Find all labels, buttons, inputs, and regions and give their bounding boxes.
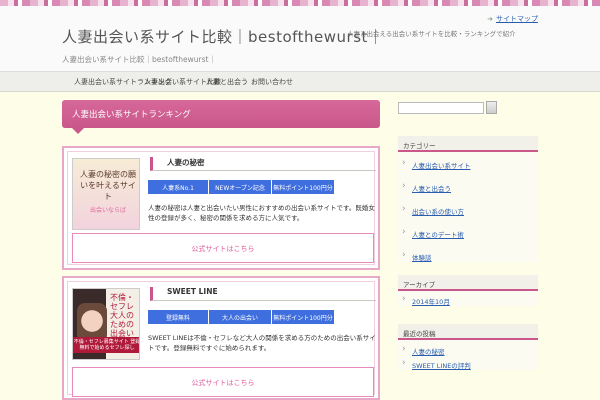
card-title[interactable]: 人妻の秘密 — [150, 157, 376, 171]
search-button[interactable] — [486, 101, 497, 114]
sidebar-link[interactable]: 出会い系の使い方 — [398, 204, 538, 216]
card-title[interactable]: SWEET LINE — [150, 287, 376, 301]
sidebar-link[interactable]: SWEET LINEの評判 — [398, 358, 538, 370]
sidebar-link[interactable]: 人妻出会い系サイト — [398, 158, 538, 170]
sidebar-link[interactable]: 2014年10月 — [398, 294, 538, 306]
widget-title: カテゴリー — [398, 136, 538, 152]
site-description: 人妻と出会える出会い系サイトを比較・ランキングで紹介 — [347, 30, 516, 38]
arrow-right-icon: ➜ — [487, 15, 493, 23]
card-tags: 登録無料 大人の出会い 無料ポイント100円分 — [148, 310, 335, 329]
sidebar-link[interactable]: 人妻の秘密 — [398, 344, 538, 356]
sidebar-link[interactable]: 人妻とのデート術 — [398, 227, 538, 239]
tag-badge: 無料ポイント100円分 — [272, 180, 334, 194]
tag-badge: 登録無料 — [148, 310, 208, 324]
search-input[interactable] — [398, 102, 484, 114]
widget-title: 最近の投稿 — [398, 324, 538, 340]
sidebar-widget-categories: カテゴリー 人妻出会い系サイト 人妻と出会う 出会い系の使い方 人妻とのデート術… — [398, 136, 538, 262]
tag-badge: 大人の出会い — [209, 310, 271, 324]
site-header: ➜ サイトマップ 人妻出会い系サイト比較｜bestofthewurst｜ 人妻出会… — [0, 6, 600, 72]
card-description: 人妻の秘密は人妻と出会いたい男性におすすめの出会い系サイトです。既婚女性の登録が… — [148, 204, 375, 222]
site-title[interactable]: 人妻出会い系サイト比較｜bestofthewurst｜ — [62, 26, 383, 47]
card-thumbnail[interactable]: 人妻の秘密の願いを叶えるサイト 出会いならば — [72, 158, 140, 230]
card-tags: 人妻系No.1 NEWオープン記念 無料ポイント100円分 — [148, 180, 335, 199]
official-site-button[interactable]: 公式サイトはこちら — [72, 233, 374, 263]
official-site-button[interactable]: 公式サイトはこちら — [72, 367, 374, 397]
widget-title: アーカイブ — [398, 275, 538, 291]
page-heading: 人妻出会い系サイトランキング — [62, 100, 380, 134]
nav-item-contact[interactable]: お問い合わせ — [251, 77, 293, 87]
tag-badge: 人妻系No.1 — [148, 180, 208, 194]
ranking-card: 不倫・セフレ大人のための出会いを 不倫・セフレ募集サイト 登録無料で始めるセフレ… — [62, 276, 380, 400]
card-description: SWEET LINEは不倫・セフレなど大人の関係を求める方のための出会い系サイト… — [148, 334, 376, 352]
ranking-card: 人妻の秘密の願いを叶えるサイト 出会いならば 人妻の秘密 人妻系No.1 NEWオ… — [62, 146, 380, 270]
sidebar-widget-recent: 最近の投稿 人妻の秘密 SWEET LINEの評判 — [398, 324, 538, 370]
nav-item-meet[interactable]: 人妻と出会う — [206, 77, 248, 87]
card-thumbnail[interactable]: 不倫・セフレ大人のための出会いを 不倫・セフレ募集サイト 登録無料で始めるセフレ… — [72, 288, 140, 360]
global-nav: 人妻出会い系サイトランキング 人妻出会い系サイト比較 人妻と出会う お問い合わせ — [0, 72, 600, 92]
sidebar-link[interactable]: 体験談 — [398, 250, 538, 262]
site-subtitle: 人妻出会い系サイト比較｜bestofthewurst｜ — [62, 55, 216, 64]
tag-badge: 無料ポイント100円分 — [272, 310, 334, 324]
sidebar-link[interactable]: 人妻と出会う — [398, 181, 538, 193]
sidebar-widget-archive: アーカイブ 2014年10月 — [398, 275, 538, 306]
tag-badge: NEWオープン記念 — [209, 180, 271, 194]
sitemap-link[interactable]: ➜ サイトマップ — [487, 14, 538, 24]
